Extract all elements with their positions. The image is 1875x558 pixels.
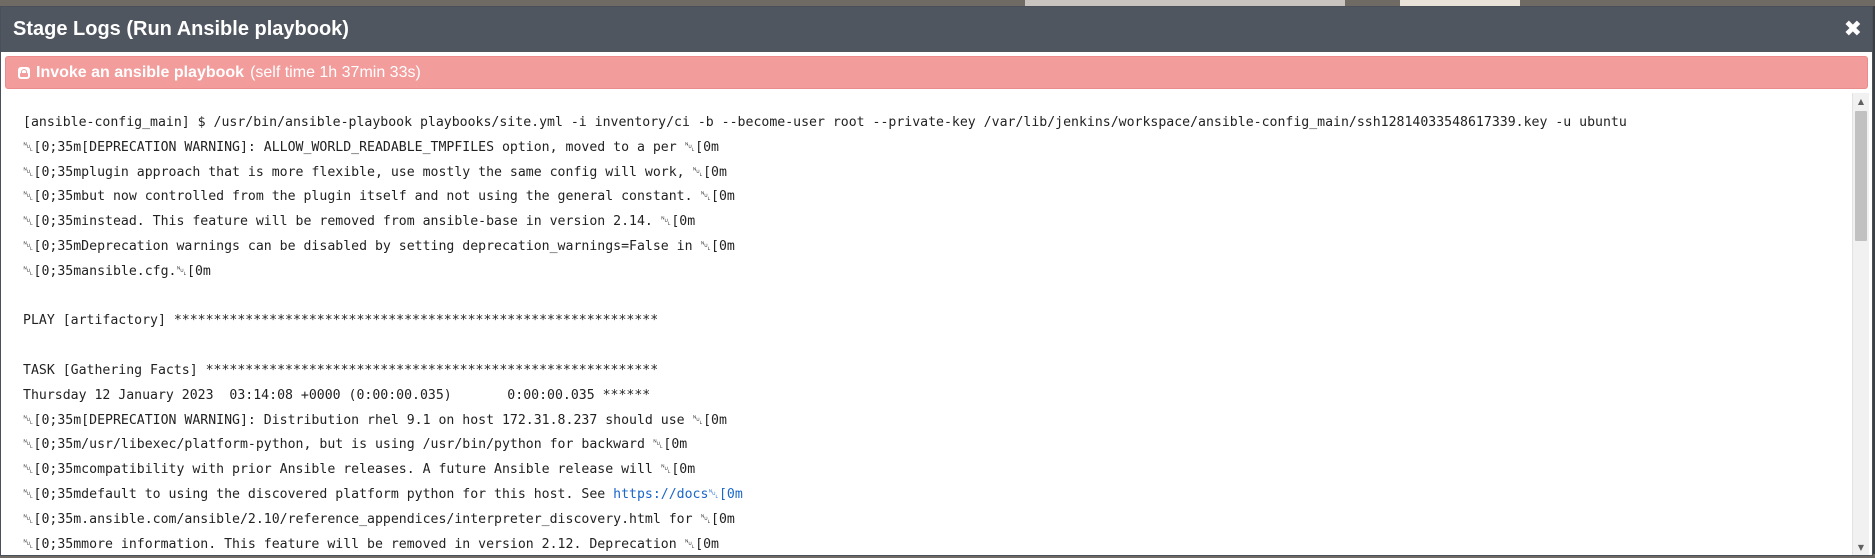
stage-logs-dialog: Stage Logs (Run Ansible playbook) ✖ Invo…	[0, 6, 1873, 556]
log-output: [ansible-config_main] $ /usr/bin/ansible…	[23, 111, 1841, 555]
log-line: ␀[0;35mcompatibility with prior Ansible …	[23, 458, 1841, 483]
terminal-icon	[18, 66, 30, 79]
vertical-scrollbar[interactable]: ▲ ▼	[1852, 93, 1869, 555]
log-line: ␀[0;35mmore information. This feature wi…	[23, 533, 1841, 555]
log-line: ␀[0;35m/usr/libexec/platform-python, but…	[23, 433, 1841, 458]
scroll-up-icon[interactable]: ▲	[1853, 93, 1869, 109]
log-line-text: ␀[0;35mdefault to using the discovered p…	[23, 486, 614, 502]
log-line: ␀[0;35m[DEPRECATION WARNING]: ALLOW_WORL…	[23, 136, 1841, 161]
dialog-header: Stage Logs (Run Ansible playbook) ✖	[1, 7, 1872, 52]
log-link[interactable]: https://docs␀	[613, 487, 719, 502]
log-line-text: ␀[0;35m[DEPRECATION WARNING]: Distributi…	[23, 412, 727, 428]
log-line-text: ␀[0;35mbut now controlled from the plugi…	[23, 189, 735, 205]
log-line-text: [ansible-config_main] $ /usr/bin/ansible…	[23, 115, 1627, 130]
log-line: ␀[0;35mdefault to using the discovered p…	[23, 483, 1841, 508]
log-line-text: ␀[0;35m/usr/libexec/platform-python, but…	[23, 437, 688, 453]
log-line: PLAY [artifactory] *********************…	[23, 309, 1841, 334]
log-line-text: TASK [Gathering Facts] *****************…	[23, 362, 659, 378]
step-header[interactable]: Invoke an ansible playbook (self time 1h…	[5, 56, 1868, 89]
log-line-text: [0m	[718, 486, 743, 502]
log-line: ␀[0;35minstead. This feature will be rem…	[23, 210, 1841, 235]
dialog-title: Stage Logs (Run Ansible playbook)	[13, 18, 349, 40]
log-line: [ansible-config_main] $ /usr/bin/ansible…	[23, 111, 1841, 136]
log-line-text: ␀[0;35minstead. This feature will be rem…	[23, 214, 696, 230]
log-line: ␀[0;35m.ansible.com/ansible/2.10/referen…	[23, 508, 1841, 533]
log-line-text: ␀[0;35mDeprecation warnings can be disab…	[23, 238, 735, 254]
log-line-text: ␀[0;35mansible.cfg.␀[0m	[23, 263, 211, 279]
log-line: ␀[0;35m[DEPRECATION WARNING]: Distributi…	[23, 409, 1841, 434]
log-line-text: Thursday 12 January 2023 03:14:08 +0000 …	[23, 387, 651, 403]
log-line-text: ␀[0;35m[DEPRECATION WARNING]: ALLOW_WORL…	[23, 139, 719, 155]
log-line-text: ␀[0;35mmore information. This feature wi…	[23, 536, 719, 552]
log-line-text: PLAY [artifactory] *********************…	[23, 313, 659, 329]
log-line-text: ␀[0;35m.ansible.com/ansible/2.10/referen…	[23, 511, 735, 527]
log-line: TASK [Gathering Facts] *****************…	[23, 359, 1841, 384]
log-line: ␀[0;35mansible.cfg.␀[0m	[23, 260, 1841, 285]
log-line: ␀[0;35mbut now controlled from the plugi…	[23, 185, 1841, 210]
scrollbar-thumb[interactable]	[1855, 111, 1867, 241]
step-name: Invoke an ansible playbook	[36, 63, 245, 81]
log-line-text: ␀[0;35mcompatibility with prior Ansible …	[23, 462, 696, 478]
log-line: ␀[0;35mplugin approach that is more flex…	[23, 161, 1841, 186]
close-icon[interactable]: ✖	[1844, 18, 1862, 41]
log-line: Thursday 12 January 2023 03:14:08 +0000 …	[23, 384, 1841, 409]
scroll-down-icon[interactable]: ▼	[1853, 539, 1869, 555]
log-line-text: ␀[0;35mplugin approach that is more flex…	[23, 164, 727, 180]
step-self-time: (self time 1h 37min 33s)	[250, 63, 421, 81]
log-panel[interactable]: [ansible-config_main] $ /usr/bin/ansible…	[5, 93, 1869, 555]
log-line: ␀[0;35mDeprecation warnings can be disab…	[23, 235, 1841, 260]
